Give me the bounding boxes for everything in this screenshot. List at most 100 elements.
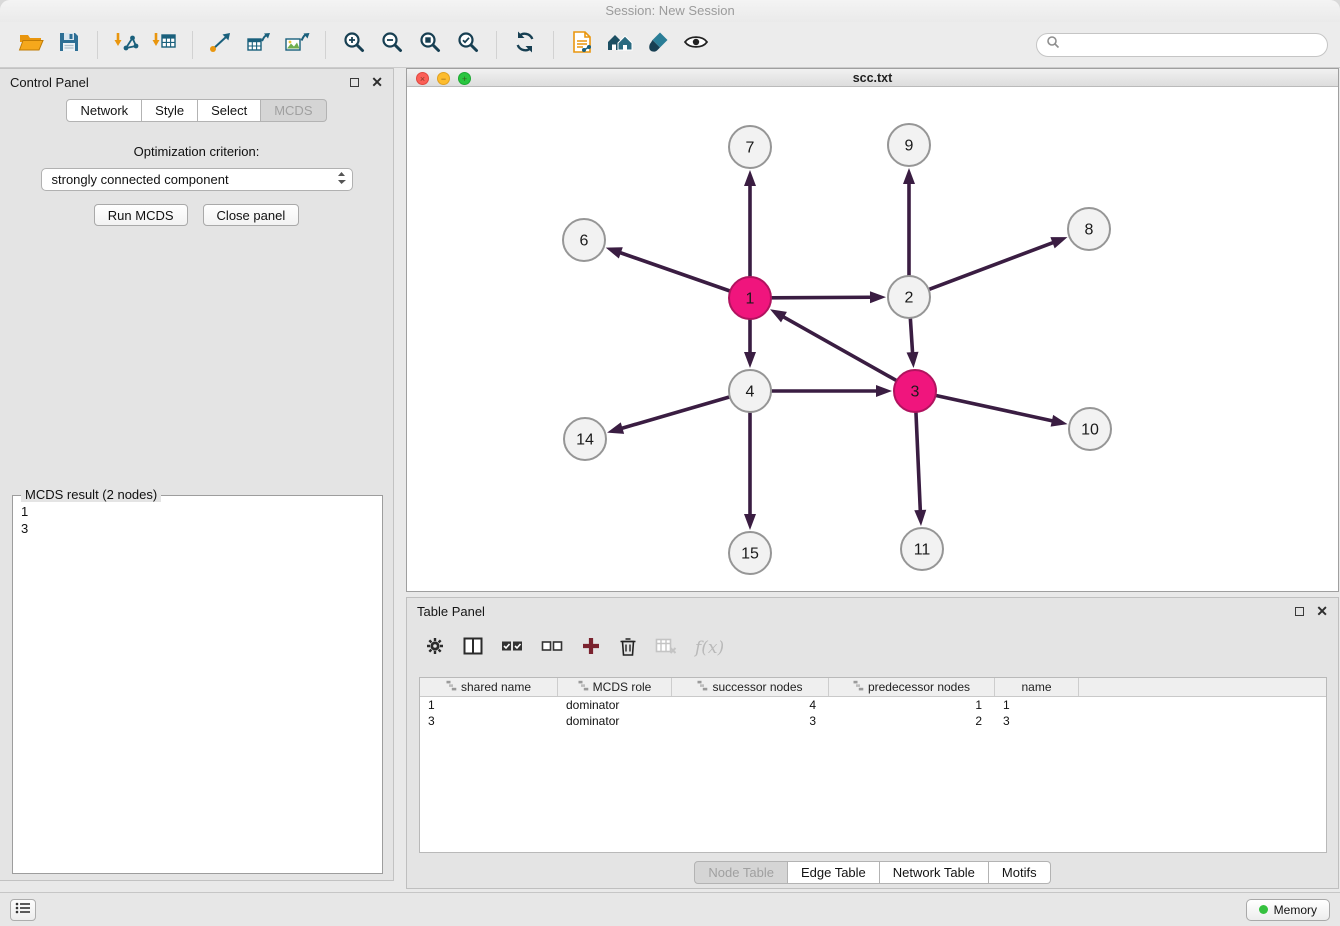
column-header-empty [1079,678,1326,696]
zoom-fit-button[interactable] [411,27,449,63]
graph-edge-4-14[interactable] [622,397,728,428]
cell-predecessor-nodes[interactable]: 2 [829,713,995,729]
column-header-predecessor-nodes[interactable]: predecessor nodes [829,678,995,696]
open-folder-icon [18,30,44,59]
mcds-result-content[interactable]: 1 3 [13,496,382,544]
eye-button[interactable] [677,27,715,63]
cell-mcds-role[interactable]: dominator [558,713,672,729]
graph-edge-2-8[interactable] [930,243,1053,289]
node-table: shared name MCDS role successor nodes pr… [419,677,1327,853]
table-header-row: shared name MCDS role successor nodes pr… [420,678,1326,697]
table-panel-float-button[interactable] [1295,607,1304,616]
tab-style[interactable]: Style [142,99,198,122]
export-table-button[interactable] [240,27,278,63]
table-panel-title: Table Panel [417,604,485,619]
cell-successor-nodes[interactable]: 4 [672,697,829,713]
zoom-out-button[interactable] [373,27,411,63]
tab-select[interactable]: Select [198,99,261,122]
network-view-window: × − + scc.txt 7968124314101511 [406,68,1339,592]
select-chevrons-icon [337,171,346,188]
import-network-button[interactable] [107,27,145,63]
table-panel-header: Table Panel ✕ [407,598,1338,624]
control-panel-close-button[interactable]: ✕ [371,76,383,88]
graph-node-label: 9 [905,138,914,155]
first-neighbors-icon [606,30,634,59]
graph-edge-arrowhead [1051,415,1068,427]
cell-successor-nodes[interactable]: 3 [672,713,829,729]
control-panel-float-button[interactable] [350,78,359,87]
graph-edge-arrowhead [744,170,756,186]
search-field[interactable] [1036,33,1328,57]
table-row[interactable]: 3 dominator 3 2 3 [420,713,1326,729]
function-builder-icon: f(x) [695,638,724,658]
table-row[interactable]: 1 dominator 4 1 1 [420,697,1326,713]
graph-edge-1-6[interactable] [621,253,729,291]
window-title: Session: New Session [605,3,734,18]
cell-predecessor-nodes[interactable]: 1 [829,697,995,713]
graph-edge-1-2[interactable] [772,297,870,298]
cell-shared-name[interactable]: 1 [420,697,558,713]
tab-mcds[interactable]: MCDS [261,99,326,122]
table-panel-close-button[interactable]: ✕ [1316,605,1328,617]
cell-mcds-role[interactable]: dominator [558,697,672,713]
toolbar-separator [192,31,193,59]
optimization-criterion-select[interactable]: strongly connected component [41,168,353,191]
graph-edge-3-11[interactable] [916,413,920,510]
network-canvas[interactable]: 7968124314101511 [407,87,1338,591]
zoom-in-button[interactable] [335,27,373,63]
trash-icon[interactable] [619,636,637,661]
column-header-mcds-role[interactable]: MCDS role [558,678,672,696]
export-document-icon [571,30,593,59]
mcds-result-line: 1 [21,503,374,520]
cell-name[interactable]: 3 [995,713,1079,729]
run-mcds-button[interactable]: Run MCDS [94,204,188,226]
cell-shared-name[interactable]: 3 [420,713,558,729]
open-session-button[interactable] [12,27,50,63]
zoom-selected-button[interactable] [449,27,487,63]
select-all-icon[interactable] [501,637,523,660]
share-network-button[interactable] [202,27,240,63]
window-titlebar[interactable]: Session: New Session [0,0,1340,22]
table-tabs: Node Table Edge Table Network Table Moti… [407,861,1338,884]
window-zoom-button[interactable]: + [458,72,471,85]
first-neighbors-button[interactable] [601,27,639,63]
tab-node-table[interactable]: Node Table [694,861,788,884]
tab-motifs[interactable]: Motifs [989,861,1051,884]
paintbrush-button[interactable] [639,27,677,63]
graph-edge-3-1[interactable] [784,317,896,380]
gear-icon[interactable] [425,636,445,661]
window-minimize-button[interactable]: − [437,72,450,85]
app-window: Session: New Session [0,0,1340,926]
search-input[interactable] [1060,37,1318,52]
deselect-all-icon[interactable] [541,637,563,660]
import-network-icon [113,30,139,59]
panel-menu-button[interactable] [10,899,36,921]
tab-network[interactable]: Network [66,99,142,122]
network-window-titlebar[interactable]: × − + scc.txt [407,69,1338,87]
import-table-button[interactable] [145,27,183,63]
tab-edge-table[interactable]: Edge Table [788,861,880,884]
refresh-button[interactable] [506,27,544,63]
column-header-shared-name[interactable]: shared name [420,678,558,696]
graph-edge-2-3[interactable] [910,319,912,352]
graph-edge-3-10[interactable] [936,396,1051,421]
graph-edge-arrowhead [607,422,624,434]
add-column-icon[interactable] [581,636,601,661]
graph-edge-arrowhead [907,352,919,368]
status-bar: Memory [0,892,1340,926]
control-panel-tabs: Network Style Select MCDS [0,99,393,122]
export-document-button[interactable] [563,27,601,63]
window-close-button[interactable]: × [416,72,429,85]
tab-network-table[interactable]: Network Table [880,861,989,884]
columns-icon[interactable] [463,637,483,660]
export-image-button[interactable] [278,27,316,63]
close-panel-button[interactable]: Close panel [203,204,300,226]
cell-name[interactable]: 1 [995,697,1079,713]
save-session-button[interactable] [50,27,88,63]
graph-node-label: 11 [914,542,931,559]
memory-button[interactable]: Memory [1246,899,1330,921]
column-header-name[interactable]: name [995,678,1079,696]
column-header-successor-nodes[interactable]: successor nodes [672,678,829,696]
graph-edge-arrowhead [1050,237,1067,248]
mcds-result-box: MCDS result (2 nodes) 1 3 [12,495,383,874]
